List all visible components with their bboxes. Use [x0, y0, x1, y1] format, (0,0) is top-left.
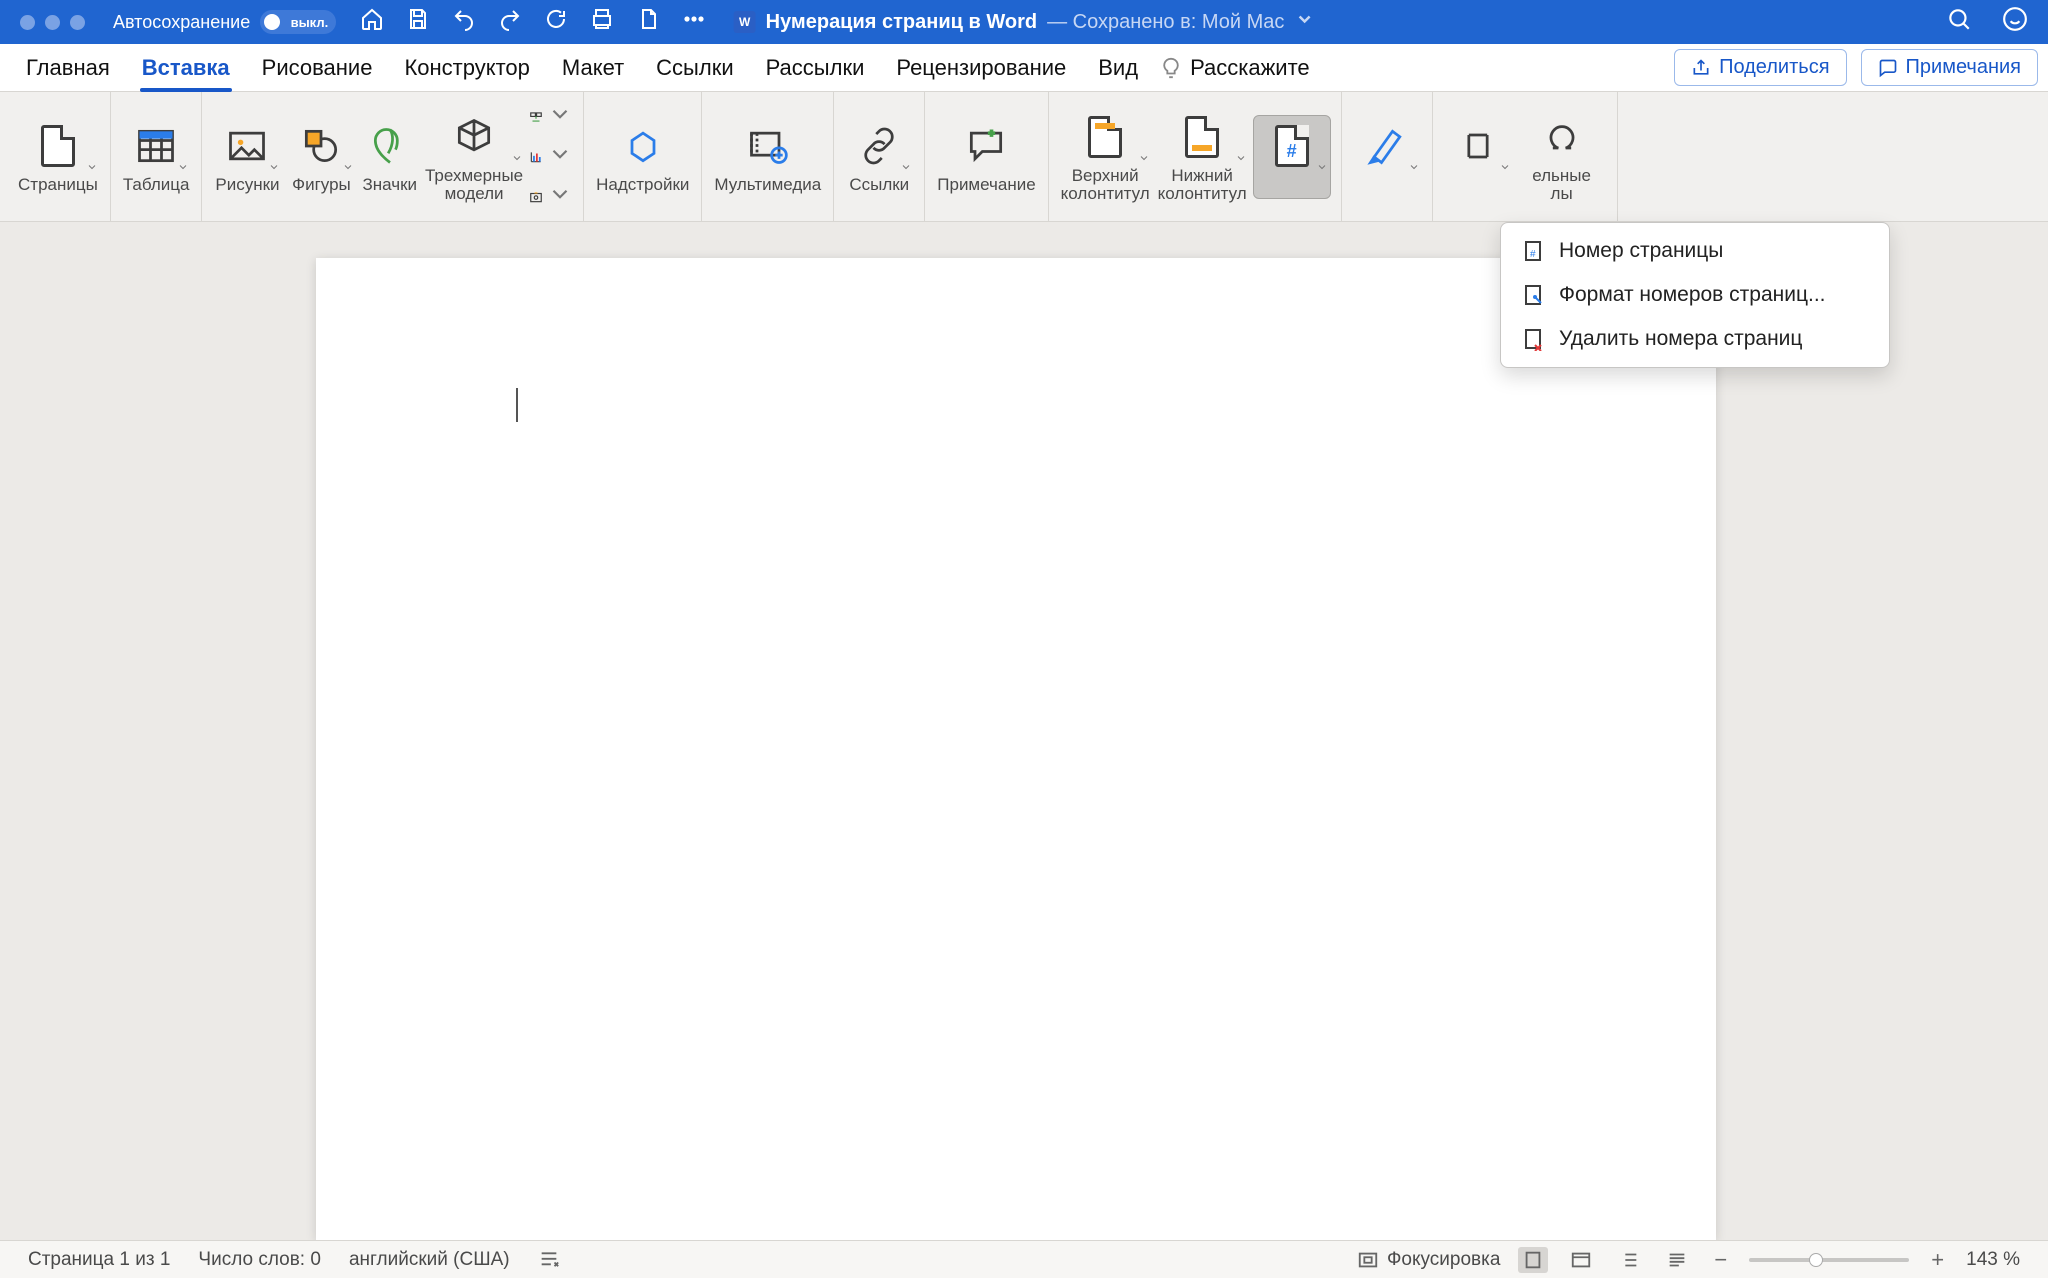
tab-home[interactable]: Главная — [10, 44, 126, 91]
chart-button[interactable] — [529, 140, 573, 174]
menu-page-number[interactable]: # Номер страницы — [1501, 229, 1889, 273]
zoom-window[interactable] — [70, 15, 85, 30]
language-indicator[interactable]: английский (США) — [349, 1249, 510, 1271]
outline-view[interactable] — [1614, 1247, 1644, 1273]
tell-me[interactable]: Расскажите — [1160, 55, 1310, 81]
status-bar: Страница 1 из 1 Число слов: 0 английский… — [0, 1240, 2048, 1278]
draft-view[interactable] — [1662, 1247, 1692, 1273]
equation-button[interactable]: x — [1443, 116, 1513, 198]
text-caret — [516, 388, 518, 422]
new-doc-icon[interactable] — [636, 7, 660, 37]
links-button[interactable]: Ссылки — [844, 116, 914, 198]
home-icon[interactable] — [360, 7, 384, 37]
more-icon[interactable] — [682, 7, 706, 37]
save-icon[interactable] — [406, 7, 430, 37]
minimize-window[interactable] — [45, 15, 60, 30]
autosave-label: Автосохранение — [113, 12, 250, 33]
web-layout-view[interactable] — [1566, 1247, 1596, 1273]
tab-design[interactable]: Конструктор — [388, 44, 545, 91]
track-changes-icon[interactable] — [538, 1246, 560, 1274]
autosave: Автосохранение выкл. — [113, 10, 336, 34]
text-box-button[interactable]: x — [1352, 116, 1422, 198]
titlebar: Автосохранение выкл. W Нумерация страниц… — [0, 0, 2048, 44]
tab-view[interactable]: Вид — [1082, 44, 1154, 91]
shapes-button[interactable]: Фигуры — [286, 116, 356, 198]
redo-icon[interactable] — [498, 7, 522, 37]
ribbon: Страницы Таблица Рисунки Фигуры Значки Т… — [0, 92, 2048, 222]
table-button[interactable]: Таблица — [121, 116, 192, 198]
zoom-in[interactable]: + — [1927, 1247, 1948, 1273]
page-number-menu: # Номер страницы Формат номеров страниц.… — [1500, 222, 1890, 368]
autosave-toggle[interactable]: выкл. — [260, 10, 336, 34]
pictures-button[interactable]: Рисунки — [212, 116, 282, 198]
pages-button[interactable]: Страницы — [16, 116, 100, 198]
comment-button[interactable]: Примечание — [935, 116, 1037, 198]
document-area — [0, 222, 2048, 1240]
page-indicator[interactable]: Страница 1 из 1 — [28, 1249, 170, 1271]
tab-review[interactable]: Рецензирование — [880, 44, 1082, 91]
chevron-down-icon[interactable] — [1294, 9, 1314, 35]
screenshot-button[interactable] — [529, 180, 573, 214]
header-button[interactable]: Верхний колонтитул — [1059, 107, 1152, 207]
quick-access-toolbar — [360, 7, 706, 37]
footer-button[interactable]: Нижний колонтитул — [1156, 107, 1249, 207]
feedback-icon[interactable] — [2002, 6, 2028, 38]
icons-button[interactable]: Значки — [360, 116, 419, 198]
page-number-button[interactable]: x — [1253, 115, 1331, 199]
symbol-button[interactable]: ельные лы — [1517, 107, 1607, 207]
page[interactable] — [316, 258, 1716, 1240]
print-icon[interactable] — [590, 7, 614, 37]
media-button[interactable]: Мультимедиа — [712, 116, 823, 198]
word-file-icon: W — [734, 11, 756, 33]
focus-mode-icon[interactable]: Фокусировка — [1357, 1249, 1500, 1271]
sync-icon[interactable] — [544, 7, 568, 37]
tab-draw[interactable]: Рисование — [246, 44, 389, 91]
tab-layout[interactable]: Макет — [546, 44, 640, 91]
search-icon[interactable] — [1946, 6, 1972, 38]
close-window[interactable] — [20, 15, 35, 30]
menu-format-page-number[interactable]: Формат номеров страниц... — [1501, 273, 1889, 317]
tab-mailings[interactable]: Рассылки — [750, 44, 881, 91]
print-layout-view[interactable] — [1518, 1247, 1548, 1273]
word-count[interactable]: Число слов: 0 — [198, 1249, 321, 1271]
tab-references[interactable]: Ссылки — [640, 44, 749, 91]
document-title: W Нумерация страниц в Word — Сохранено в… — [734, 9, 1315, 35]
share-button[interactable]: Поделиться — [1674, 49, 1846, 86]
comments-button[interactable]: Примечания — [1861, 49, 2038, 86]
svg-text:#: # — [1530, 249, 1536, 260]
window-controls — [20, 15, 85, 30]
undo-icon[interactable] — [452, 7, 476, 37]
illustrations-extra — [529, 100, 573, 214]
addins-button[interactable]: Надстройки — [594, 116, 691, 198]
zoom-slider[interactable] — [1749, 1258, 1909, 1262]
zoom-out[interactable]: − — [1710, 1247, 1731, 1273]
zoom-level[interactable]: 143 % — [1966, 1249, 2020, 1271]
smartart-button[interactable] — [529, 100, 573, 134]
menu-remove-page-number[interactable]: Удалить номера страниц — [1501, 317, 1889, 361]
tab-insert[interactable]: Вставка — [126, 44, 246, 91]
3d-models-button[interactable]: Трехмерные модели — [423, 107, 525, 207]
ribbon-tabs: Главная Вставка Рисование Конструктор Ма… — [0, 44, 2048, 92]
